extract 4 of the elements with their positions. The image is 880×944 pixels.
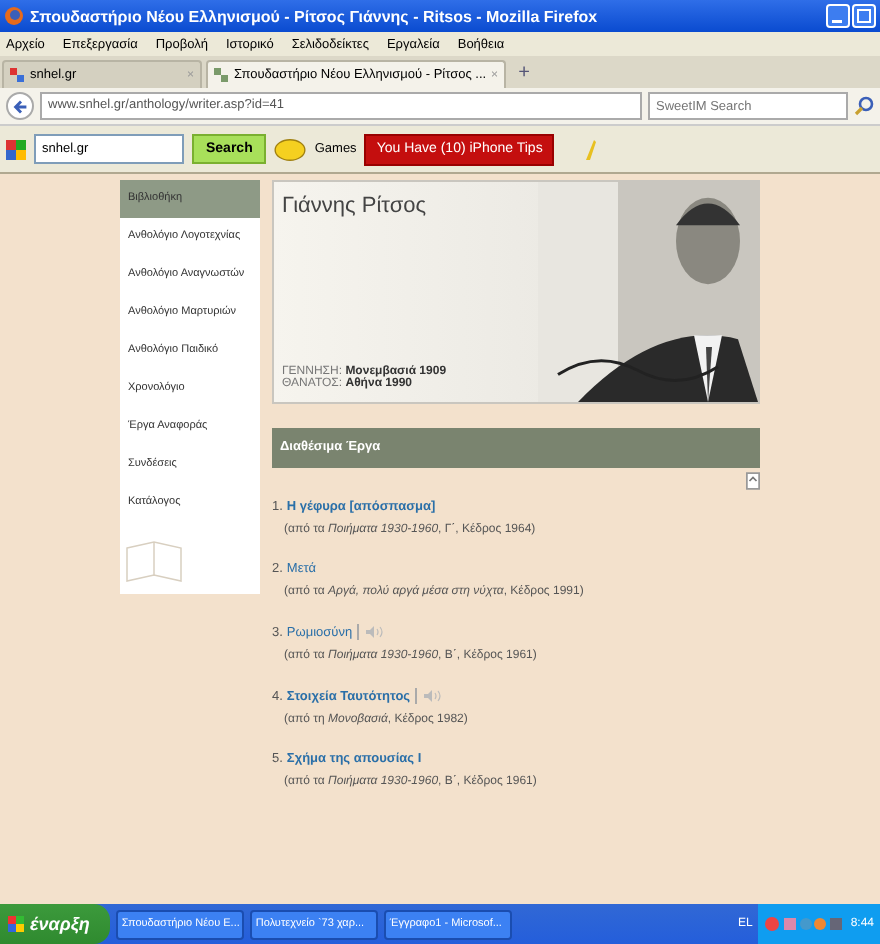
author-name: Γιάννης Ρίτσος (282, 194, 429, 218)
window-title: Σπουδαστήριο Νέου Ελληνισμού - Ρίτσος Γιάννης - Ritsos - Mozilla Firefox (30, 7, 600, 25)
new-tab-button[interactable]: + (510, 60, 538, 88)
start-button[interactable]: έναρξη (0, 904, 110, 944)
